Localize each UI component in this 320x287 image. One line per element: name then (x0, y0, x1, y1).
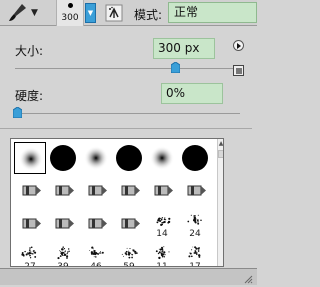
size-label: 大小: (15, 44, 44, 58)
hardness-slider-track[interactable] (15, 113, 240, 114)
mode-label: 模式: (134, 8, 163, 22)
brush-size-number: 46 (90, 262, 102, 267)
brush-preset-item[interactable] (113, 142, 145, 174)
brush-size-number: 11 (156, 262, 168, 267)
tool-brush-icon (22, 185, 41, 196)
airbrush-icon[interactable] (104, 3, 124, 23)
brush-icon[interactable] (6, 2, 28, 24)
brush-preset-item[interactable] (80, 208, 112, 240)
tool-brush-icon (55, 185, 74, 196)
brush-preset-item[interactable]: 59 (113, 241, 145, 267)
brush-preset-item[interactable] (179, 175, 211, 207)
brush-preset-item[interactable] (146, 142, 178, 174)
panel-bottom-strip (0, 268, 257, 285)
hard-brush-icon (116, 145, 142, 171)
scroll-thumb[interactable] (218, 150, 223, 158)
tool-brush-icon (121, 185, 140, 196)
brush-preset-item[interactable] (47, 142, 79, 174)
size-input[interactable]: 300 px (153, 38, 215, 59)
brush-preset-item[interactable]: 17 (179, 241, 211, 267)
hard-brush-icon (50, 145, 76, 171)
brush-preset-item[interactable] (146, 175, 178, 207)
brush-preset-item[interactable] (14, 175, 46, 207)
brush-size-number: 17 (189, 262, 201, 267)
tool-brush-icon (22, 218, 41, 229)
brush-preset-item[interactable]: 27 (14, 241, 46, 267)
panel-divider (0, 128, 252, 129)
panel-menu-arrow-icon[interactable] (233, 40, 244, 51)
tool-brush-icon (88, 218, 107, 229)
brush-preset-item[interactable] (14, 208, 46, 240)
brush-preset-item[interactable] (179, 142, 211, 174)
tool-preset-dropdown-icon[interactable]: ▼ (31, 8, 38, 18)
soft-brush-icon (19, 147, 43, 171)
brush-preset-item[interactable] (80, 175, 112, 207)
brush-size-number: 39 (57, 262, 69, 267)
brush-preset-item[interactable]: 39 (47, 241, 79, 267)
brush-size-number: 59 (123, 262, 135, 267)
brush-preset-item[interactable] (14, 142, 46, 174)
size-slider-thumb[interactable] (170, 61, 180, 74)
soft-brush-icon (84, 146, 108, 170)
brush-preset-item[interactable]: 11 (146, 241, 178, 267)
brush-preset-item[interactable]: 24 (179, 208, 211, 240)
brush-preset-item[interactable] (47, 175, 79, 207)
soft-brush-icon (150, 146, 174, 170)
brush-preset-item[interactable] (80, 142, 112, 174)
mode-select[interactable]: 正常 (168, 2, 257, 23)
hardness-label: 硬度: (15, 89, 44, 103)
size-slider-track[interactable] (15, 68, 240, 69)
new-preset-icon[interactable] (233, 65, 244, 76)
tool-brush-icon (88, 185, 107, 196)
brush-preset-item[interactable]: 14 (146, 208, 178, 240)
tool-brush-icon (121, 218, 140, 229)
brush-size-number: 14 (156, 229, 168, 239)
brush-size-number: 24 (189, 229, 201, 239)
scroll-up-icon[interactable]: ▲ (218, 141, 223, 147)
options-toolbar: ▼ 300 ▼ 模式: 正常 (0, 0, 257, 26)
brush-size-number: 27 (24, 262, 36, 267)
tool-brush-icon (55, 218, 74, 229)
hardness-input[interactable]: 0% (161, 83, 223, 104)
brush-tip-icon (68, 3, 73, 8)
brush-preset-picker[interactable]: 300 (56, 0, 84, 26)
brush-preset-item[interactable] (113, 208, 145, 240)
brush-preset-dropdown-button[interactable]: ▼ (85, 3, 96, 23)
hard-brush-icon (182, 145, 208, 171)
brush-preset-item[interactable] (113, 175, 145, 207)
resize-grip-icon[interactable] (243, 273, 253, 284)
brush-preset-item[interactable]: 46 (80, 241, 112, 267)
brush-list-scrollbar[interactable]: ▲ (217, 139, 223, 266)
brush-preset-item[interactable] (47, 208, 79, 240)
brush-list: 14 24 27 39 46 59 11 17 ▲ (10, 138, 224, 267)
tool-brush-icon (187, 185, 206, 196)
brush-preset-panel: 大小: 300 px 硬度: 0% 14 24 27 39 46 59 11 17 ▲ (0, 27, 252, 267)
tool-brush-icon (154, 185, 173, 196)
brush-size-label: 300 (61, 13, 79, 23)
hardness-slider-thumb[interactable] (12, 106, 23, 119)
